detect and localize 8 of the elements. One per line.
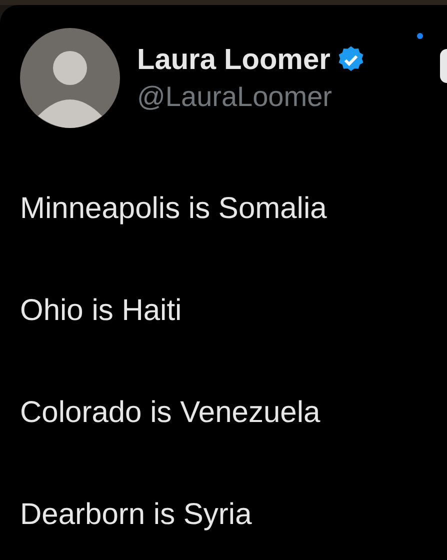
post-text: Ohio is Haiti (20, 293, 182, 329)
author-handle[interactable]: @LauraLoomer (137, 80, 366, 112)
post-text: Colorado is Venezuela (20, 395, 320, 431)
post-text: Minneapolis is Somalia (20, 191, 327, 227)
author-name[interactable]: Laura Loomer (137, 44, 330, 76)
avatar[interactable] (20, 28, 120, 128)
notification-dot-icon (417, 33, 423, 39)
post-text: Dearborn is Syria (20, 497, 252, 533)
